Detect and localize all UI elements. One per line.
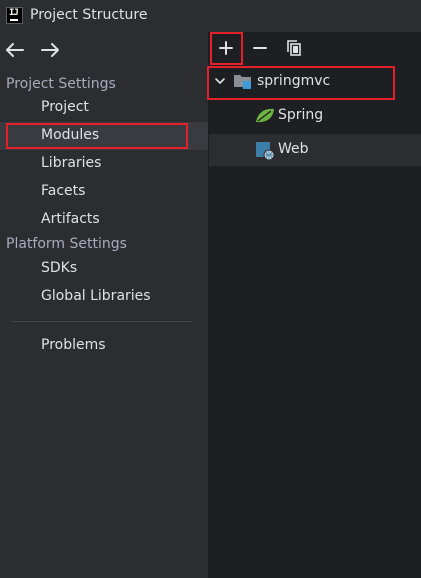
module-folder-icon: [233, 72, 253, 90]
nav-item-problems[interactable]: Problems: [0, 332, 208, 360]
nav-item-label: Problems: [41, 337, 106, 353]
nav-divider: [12, 321, 192, 322]
tree-item-spring[interactable]: Spring: [209, 100, 421, 132]
nav-item-label: Project: [41, 99, 89, 115]
intellij-app-icon: IJ: [6, 7, 23, 24]
copy-icon: [286, 40, 302, 56]
nav-item-label: Artifacts: [41, 211, 100, 227]
nav-item-artifacts[interactable]: Artifacts: [0, 206, 208, 234]
nav-item-libraries[interactable]: Libraries: [0, 150, 208, 178]
tree-item-springmvc[interactable]: springmvc: [207, 66, 421, 100]
add-module-button[interactable]: [210, 32, 243, 65]
settings-nav-panel: Project Settings Project Modules Librari…: [0, 32, 208, 578]
nav-item-label: Modules: [41, 127, 100, 143]
tree-item-label: Spring: [278, 107, 324, 123]
nav-item-project[interactable]: Project: [0, 94, 208, 122]
nav-item-label: Global Libraries: [41, 288, 151, 304]
nav-item-global-libraries[interactable]: Global Libraries: [0, 283, 208, 311]
window-title: Project Structure: [30, 7, 148, 23]
nav-item-modules[interactable]: Modules: [0, 122, 208, 150]
forward-arrow-icon[interactable]: [38, 38, 62, 62]
tree-item-label: springmvc: [257, 73, 331, 89]
copy-module-button[interactable]: [280, 34, 308, 62]
nav-item-label: Libraries: [41, 155, 102, 171]
nav-item-sdks[interactable]: SDKs: [0, 255, 208, 283]
tree-item-label: Web: [278, 141, 309, 157]
chevron-down-icon[interactable]: [214, 75, 226, 87]
nav-item-label: SDKs: [41, 260, 78, 276]
platform-settings-header: Platform Settings: [6, 236, 127, 252]
tree-item-web[interactable]: Web: [209, 134, 421, 166]
nav-item-facets[interactable]: Facets: [0, 178, 208, 206]
project-settings-header: Project Settings: [6, 76, 116, 92]
web-facet-icon: [255, 141, 275, 161]
back-arrow-icon[interactable]: [3, 38, 27, 62]
nav-item-label: Facets: [41, 183, 86, 199]
title-bar: IJ Project Structure: [0, 0, 421, 32]
plus-icon: [219, 41, 233, 55]
spring-leaf-icon: [255, 107, 275, 125]
modules-tree-panel: springmvc Spring Web: [207, 32, 421, 578]
minus-icon: [253, 41, 267, 55]
remove-module-button[interactable]: [246, 34, 274, 62]
